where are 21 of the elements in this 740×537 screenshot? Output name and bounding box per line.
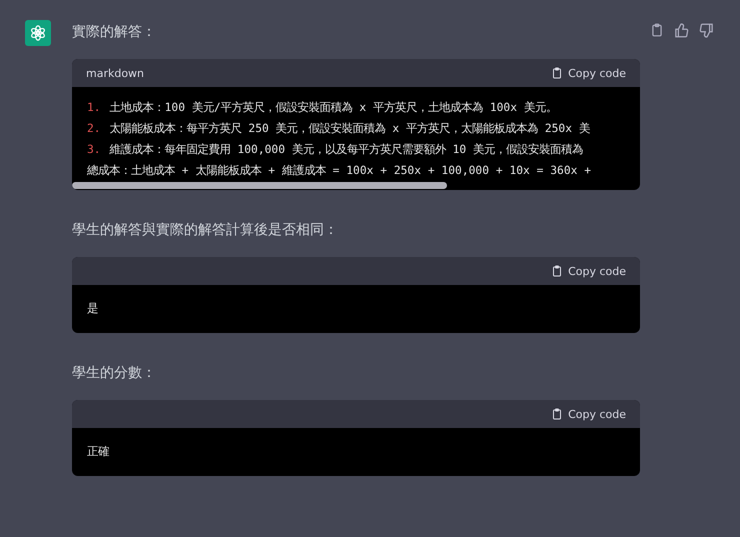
code-line: 1. 土地成本：100 美元/平方英尺，假設安裝面積為 x 平方英尺，土地成本為 100x 美元。 bbox=[87, 100, 557, 116]
copy-code-button[interactable]: Copy code bbox=[551, 66, 626, 80]
code-line: 總成本：土地成本 + 太陽能板成本 + 維護成本 = 100x + 250x + 100,000 + 10x = 360x + bbox=[87, 163, 592, 179]
message-text: 實際的解答： bbox=[72, 23, 156, 42]
code-line: 正確 bbox=[87, 444, 109, 460]
code-line: 3. 維護成本：每年固定費用 100,000 美元，以及每平方英尺需要額外 10 美元，假設安裝面積為 bbox=[87, 142, 584, 158]
thumbs-down-icon[interactable] bbox=[699, 22, 714, 38]
scrollbar-thumb[interactable] bbox=[72, 182, 447, 189]
message-text: 學生的分數： bbox=[72, 364, 156, 383]
code-line: 2. 太陽能板成本：每平方英尺 250 美元，假設安裝面積為 x 平方英尺，太陽能板成本為 250x 美 bbox=[87, 121, 590, 137]
clipboard-icon bbox=[551, 407, 564, 421]
message-text: 學生的解答與實際的解答計算後是否相同： bbox=[72, 221, 338, 240]
clipboard-icon bbox=[551, 66, 564, 80]
clipboard-icon bbox=[551, 264, 564, 278]
copy-code-button[interactable]: Copy code bbox=[551, 264, 626, 278]
code-language: markdown bbox=[86, 66, 144, 80]
code-line: 是 bbox=[87, 301, 98, 317]
clipboard-icon bbox=[650, 23, 664, 37]
assistant-avatar-icon bbox=[25, 20, 51, 46]
copy-code-button[interactable]: Copy code bbox=[551, 407, 626, 421]
thumbs-up-icon[interactable] bbox=[674, 22, 689, 38]
